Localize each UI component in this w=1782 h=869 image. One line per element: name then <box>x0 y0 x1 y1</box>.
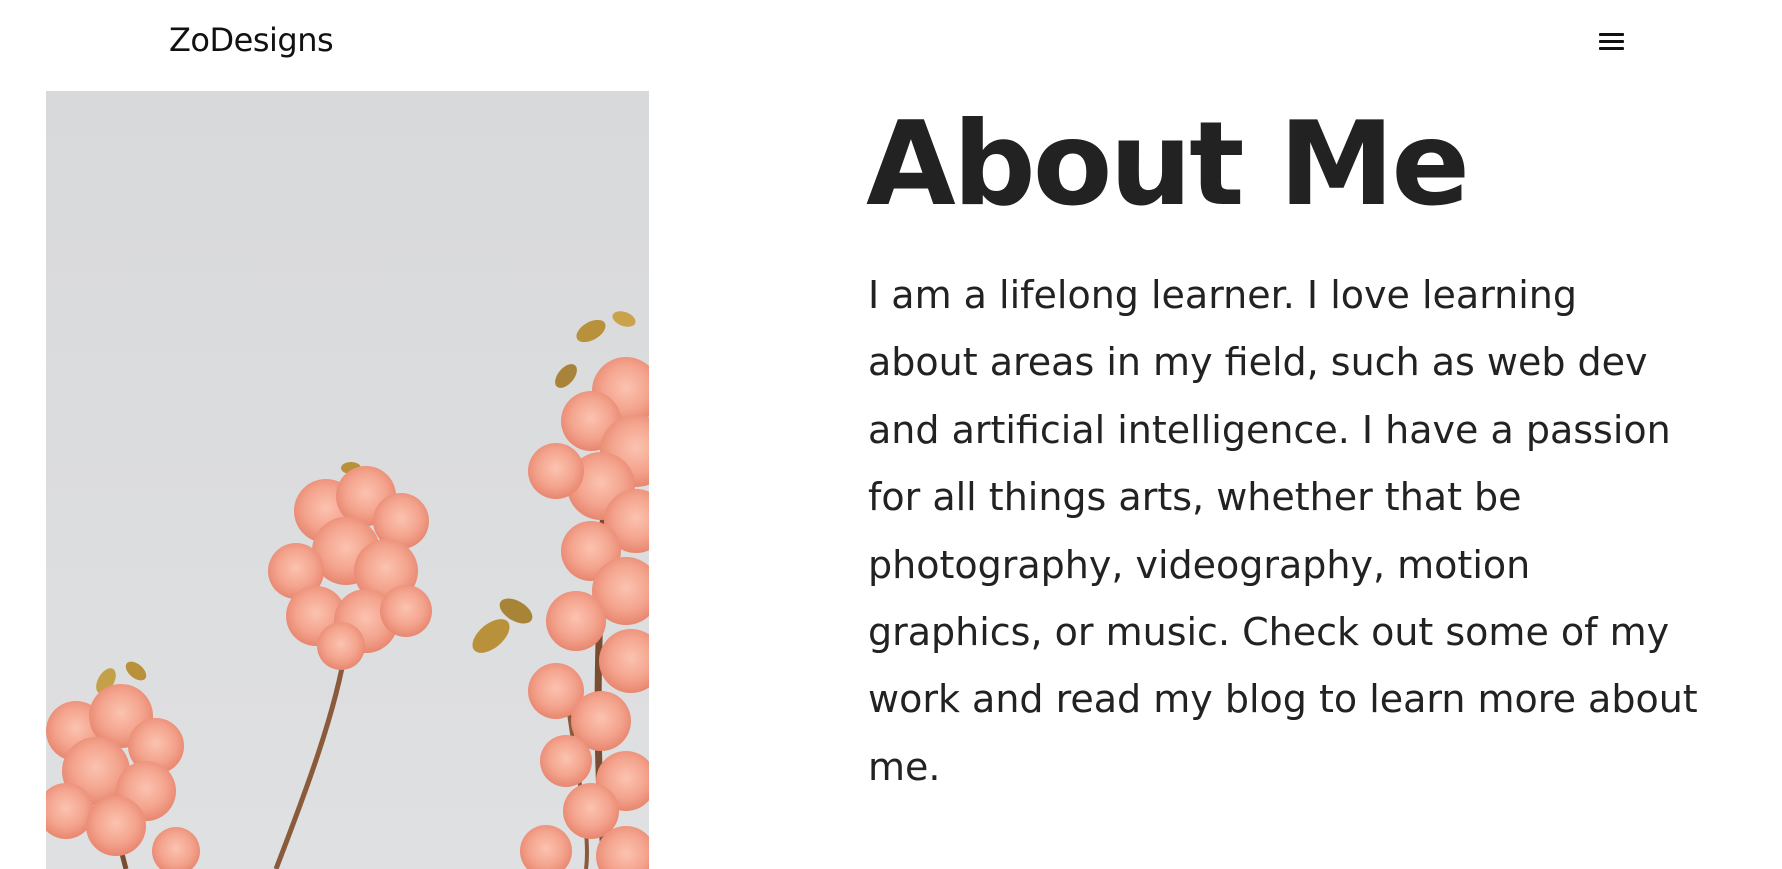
site-logo[interactable]: ZoDesigns <box>169 20 334 60</box>
about-body-text: I am a lifelong learner. I love learning… <box>868 273 1698 789</box>
menu-button[interactable] <box>1596 26 1626 56</box>
hero-image <box>46 91 649 869</box>
site-header: ZoDesigns <box>0 0 1782 90</box>
cherry-blossom-photo <box>46 91 649 869</box>
about-title: About Me <box>866 97 1470 232</box>
